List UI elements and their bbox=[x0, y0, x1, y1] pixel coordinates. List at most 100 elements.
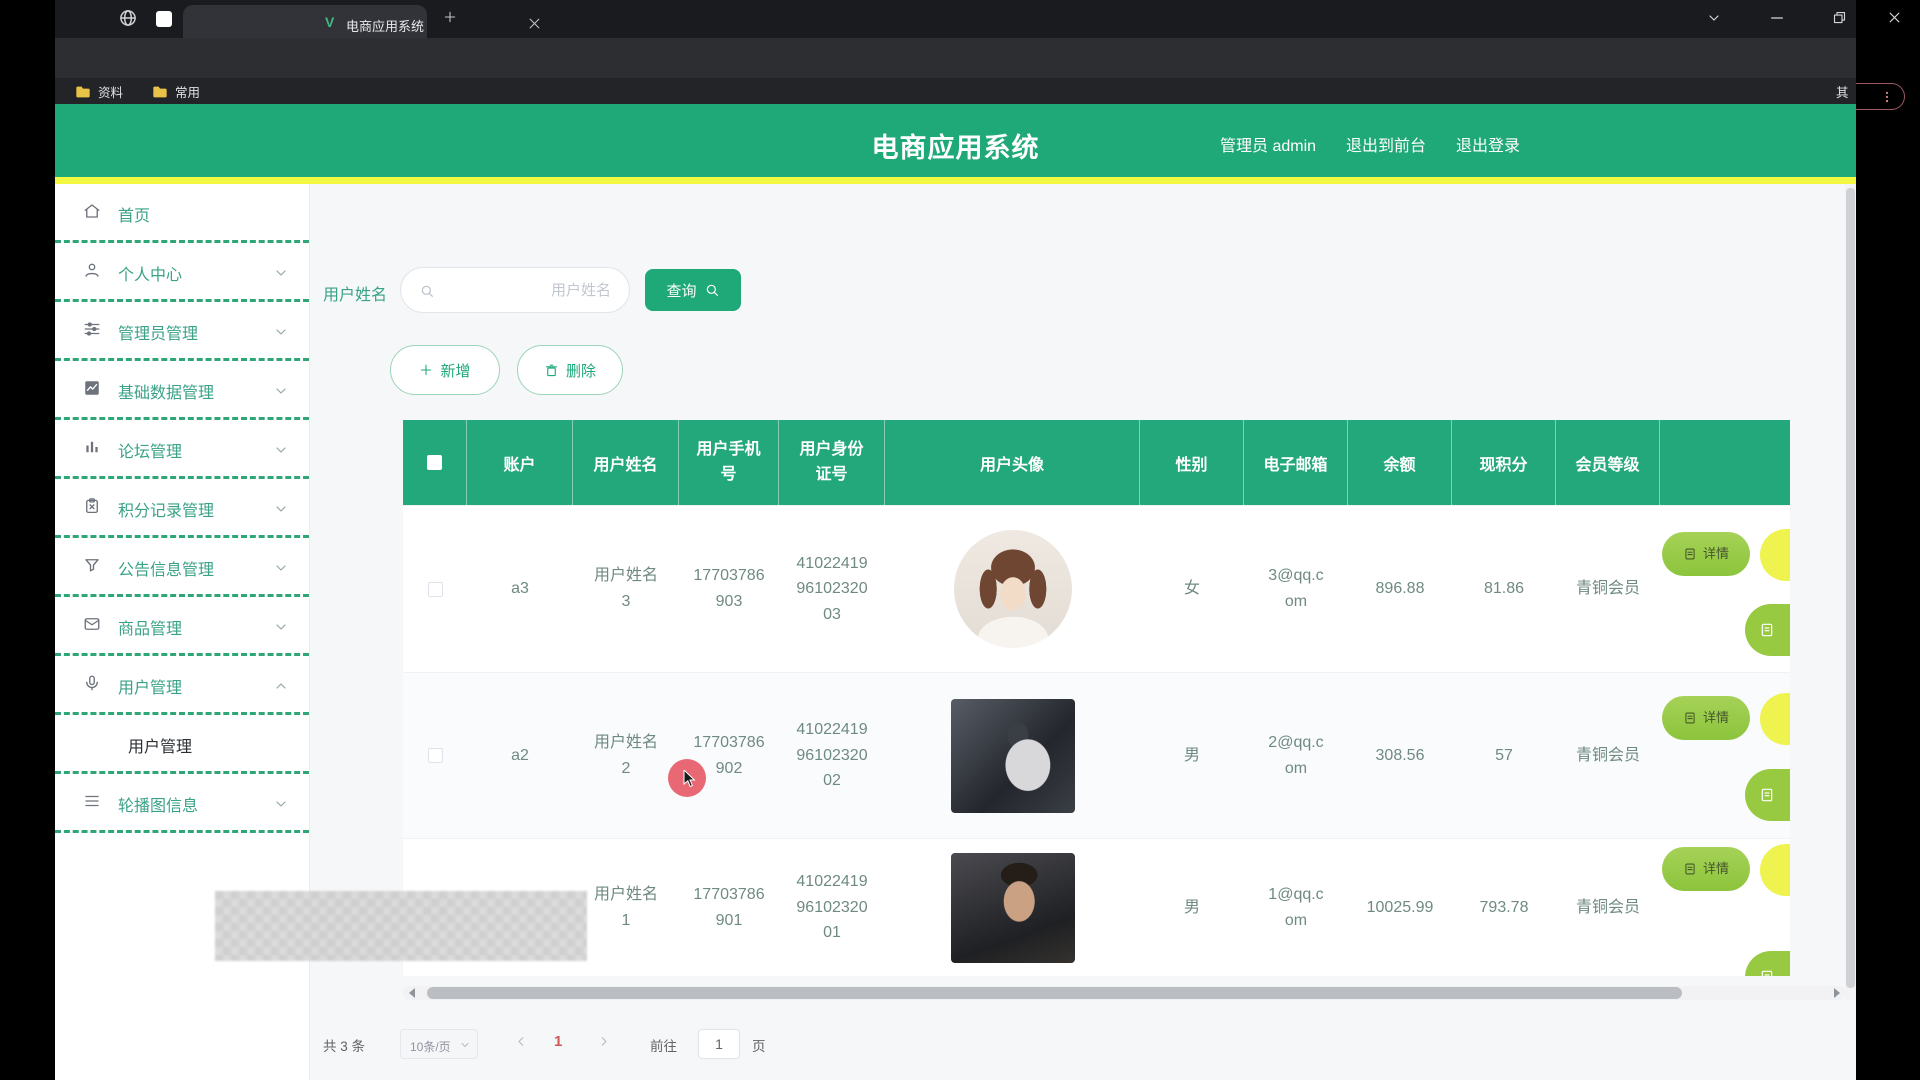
select-chevron-icon bbox=[459, 1039, 471, 1051]
vertical-scroll-thumb[interactable] bbox=[1846, 188, 1855, 988]
tab-title: 电商应用系统 bbox=[346, 16, 424, 35]
table-row: a2用户姓名217703786902410224199610232002男2@q… bbox=[403, 672, 1790, 838]
doc-icon bbox=[1683, 862, 1697, 876]
add-button[interactable]: 新增 bbox=[390, 345, 500, 395]
search-box bbox=[400, 267, 630, 313]
bookmark-item[interactable]: 资料 bbox=[75, 82, 123, 101]
window-close-icon[interactable] bbox=[1887, 10, 1902, 25]
new-tab-button[interactable] bbox=[443, 10, 457, 24]
doc-icon bbox=[1759, 969, 1775, 976]
column-header: 性别 bbox=[1140, 420, 1244, 505]
sidebar-item-10[interactable]: 轮播图信息 bbox=[55, 774, 309, 833]
page-size-select[interactable]: 10条/页 bbox=[400, 1029, 478, 1059]
query-button[interactable]: 查询 bbox=[645, 269, 741, 311]
goto-page-input[interactable] bbox=[698, 1029, 740, 1059]
bookmark-item[interactable]: 常用 bbox=[152, 82, 200, 101]
goto-label: 前往 bbox=[650, 1035, 677, 1055]
sidebar-item-4[interactable]: 论坛管理 bbox=[55, 420, 309, 479]
doc-icon bbox=[1683, 711, 1697, 725]
doc-icon bbox=[1759, 787, 1775, 803]
row-checkbox[interactable] bbox=[403, 506, 467, 672]
column-header: 电子邮箱 bbox=[1244, 420, 1348, 505]
search-label: 用户姓名 bbox=[323, 281, 387, 305]
chevron-down-icon bbox=[273, 324, 289, 340]
chevron-down-icon bbox=[273, 501, 289, 517]
cell-gender: 男 bbox=[1140, 839, 1244, 976]
detail-button[interactable]: 详情 bbox=[1662, 847, 1750, 891]
horizontal-scroll-thumb[interactable] bbox=[427, 987, 1682, 999]
actions-header bbox=[1660, 420, 1790, 505]
doc-icon bbox=[1683, 547, 1697, 561]
sidebar-item-9[interactable]: 用户管理 bbox=[55, 715, 309, 774]
privacy-blur bbox=[215, 891, 587, 961]
sidebar-item-6[interactable]: 公告信息管理 bbox=[55, 538, 309, 597]
cell-email: 2@qq.com bbox=[1244, 673, 1348, 838]
edit-button-clipped[interactable] bbox=[1760, 693, 1790, 745]
cell-name: 用户姓名2 bbox=[573, 673, 679, 838]
cell-level: 青铜会员 bbox=[1556, 673, 1660, 838]
folder-icon bbox=[152, 85, 168, 99]
trash-icon bbox=[544, 363, 559, 378]
sidebar-item-0[interactable]: 首页 bbox=[55, 184, 309, 243]
current-page[interactable]: 1 bbox=[554, 1033, 562, 1050]
sidebar-item-2[interactable]: 管理员管理 bbox=[55, 302, 309, 361]
prev-page-icon[interactable] bbox=[514, 1034, 529, 1049]
cell-id_card: 410224199610232002 bbox=[779, 673, 885, 838]
column-header: 会员等级 bbox=[1556, 420, 1660, 505]
edit-button-clipped[interactable] bbox=[1760, 529, 1790, 581]
cell-name: 用户姓名3 bbox=[573, 506, 679, 672]
home-icon bbox=[83, 202, 101, 220]
delete-button[interactable]: 删除 bbox=[517, 345, 623, 395]
more-action-button-clipped[interactable] bbox=[1745, 769, 1790, 821]
search-input[interactable] bbox=[441, 269, 613, 311]
mic-icon bbox=[83, 674, 101, 692]
total-count: 共 3 条 bbox=[323, 1035, 365, 1055]
chevron-down-icon bbox=[273, 619, 289, 635]
user-icon bbox=[83, 261, 101, 279]
more-action-button-clipped[interactable] bbox=[1745, 951, 1790, 976]
cell-email: 3@qq.com bbox=[1244, 506, 1348, 672]
clipboard-icon bbox=[83, 497, 101, 515]
sidebar-item-8[interactable]: 用户管理 bbox=[55, 656, 309, 715]
window-menu-icon[interactable] bbox=[1706, 10, 1722, 26]
browser-menu-icon[interactable] bbox=[1880, 90, 1894, 104]
cell-account: a3 bbox=[467, 506, 573, 672]
sidebar-item-5[interactable]: 积分记录管理 bbox=[55, 479, 309, 538]
cell-gender: 男 bbox=[1140, 673, 1244, 838]
chevron-down-icon bbox=[273, 560, 289, 576]
scroll-left-icon[interactable] bbox=[407, 988, 417, 998]
sidebar-item-1[interactable]: 个人中心 bbox=[55, 243, 309, 302]
sidebar-item-3[interactable]: 基础数据管理 bbox=[55, 361, 309, 420]
detail-button[interactable]: 详情 bbox=[1662, 532, 1750, 576]
more-action-button-clipped[interactable] bbox=[1745, 604, 1790, 656]
bar-chart-icon bbox=[83, 438, 101, 456]
select-all-checkbox[interactable] bbox=[403, 420, 467, 505]
column-header: 用户姓名 bbox=[573, 420, 679, 505]
browser-tab[interactable]: V 电商应用系统 bbox=[183, 5, 427, 38]
detail-button[interactable]: 详情 bbox=[1662, 696, 1750, 740]
column-header: 用户头像 bbox=[885, 420, 1140, 505]
cell-points: 81.86 bbox=[1452, 506, 1556, 672]
mouse-cursor bbox=[681, 770, 699, 790]
sidebar-item-7[interactable]: 商品管理 bbox=[55, 597, 309, 656]
header-links: 管理员 admin 退出到前台 退出登录 bbox=[1220, 132, 1520, 156]
chevron-down-icon bbox=[273, 796, 289, 812]
tab-close-icon[interactable] bbox=[527, 16, 542, 31]
chart-box-icon bbox=[83, 379, 101, 397]
mail-icon bbox=[83, 615, 101, 633]
scroll-right-icon[interactable] bbox=[1832, 988, 1842, 998]
list-icon bbox=[83, 792, 101, 810]
window-restore-icon[interactable] bbox=[1832, 10, 1847, 25]
exit-to-front-link[interactable]: 退出到前台 bbox=[1346, 132, 1426, 156]
column-header: 余额 bbox=[1348, 420, 1452, 505]
browser-toolbar: localhost:8081/#/yonghu 无痕模式 更新 bbox=[55, 38, 1856, 78]
app-header: 电商应用系统 管理员 admin 退出到前台 退出登录 bbox=[55, 104, 1856, 177]
window-minimize-icon[interactable] bbox=[1769, 10, 1785, 26]
logout-link[interactable]: 退出登录 bbox=[1456, 132, 1520, 156]
next-page-icon[interactable] bbox=[596, 1034, 611, 1049]
edit-button-clipped[interactable] bbox=[1760, 844, 1790, 896]
row-checkbox[interactable] bbox=[403, 673, 467, 838]
plus-icon bbox=[419, 363, 433, 377]
cell-id_card: 410224199610232003 bbox=[779, 506, 885, 672]
cell-phone: 17703786902 bbox=[679, 673, 779, 838]
